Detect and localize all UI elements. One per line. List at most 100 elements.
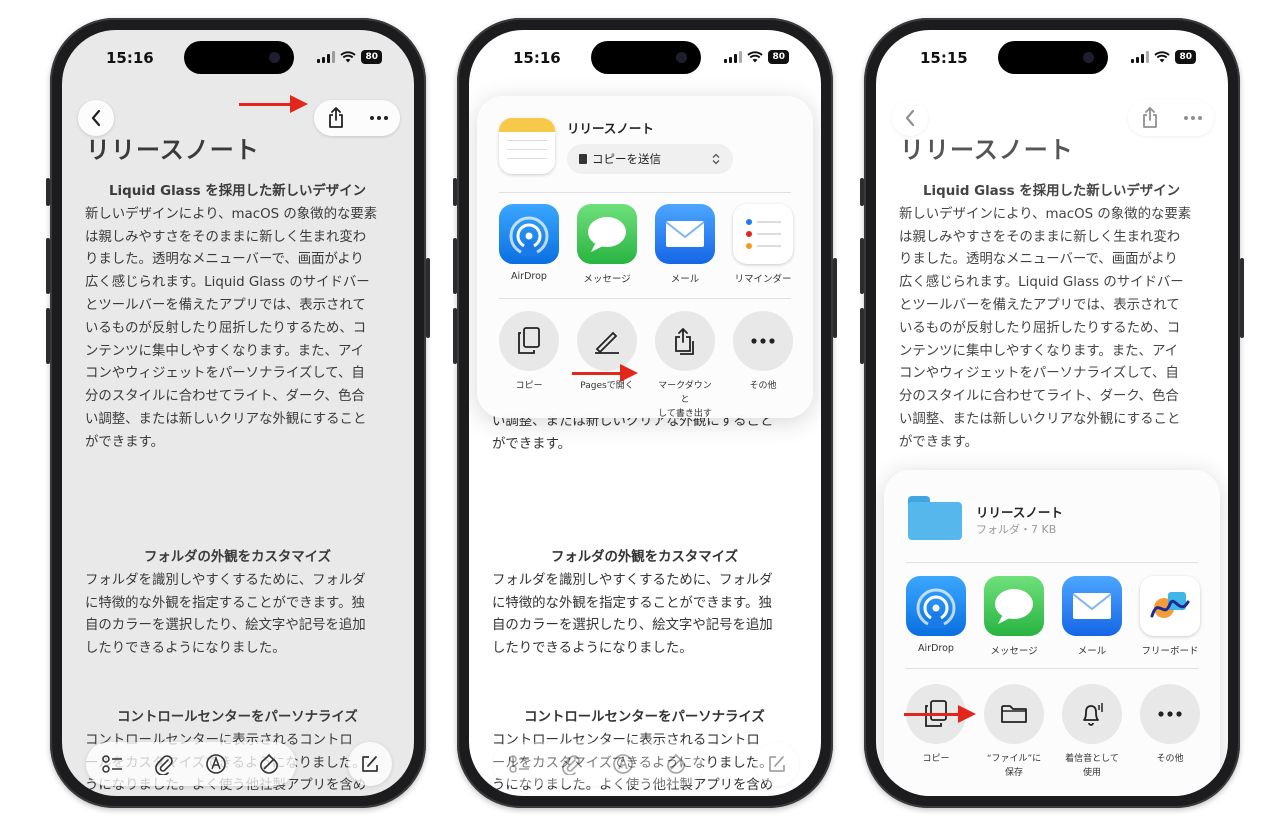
bottom-toolbar — [493, 742, 703, 786]
divider — [906, 562, 1198, 563]
apple-intelligence-icon[interactable] — [665, 753, 687, 775]
note-line: 自のカラーを選択したり、絵文字や記号を追加 — [85, 618, 366, 634]
paperclip-icon[interactable] — [562, 753, 581, 775]
use-as-ringtone-action[interactable]: 着信音として 使用 — [1062, 684, 1122, 780]
divider — [906, 668, 1198, 669]
app-label: メッセージ — [990, 646, 1038, 657]
messages-icon — [577, 204, 637, 264]
mail-app[interactable]: メール — [1062, 576, 1122, 657]
compose-button[interactable] — [348, 742, 392, 786]
messages-app[interactable]: メッセージ — [984, 576, 1044, 657]
save-to-files-action[interactable]: “ファイル”に 保存 — [984, 684, 1044, 780]
reminders-icon — [733, 204, 793, 264]
airdrop-app[interactable]: AirDrop — [906, 576, 966, 657]
status-icons: 80 — [317, 50, 382, 64]
status-icons: 80 — [1131, 50, 1196, 64]
airdrop-icon — [906, 576, 966, 636]
power-button — [426, 258, 430, 338]
ellipsis-icon — [369, 116, 388, 120]
share-button[interactable] — [327, 107, 345, 129]
compose-button[interactable] — [755, 742, 799, 786]
power-button — [1240, 258, 1244, 338]
copy-action[interactable]: コピー — [499, 311, 559, 421]
note-line: したりできるようになりました。 — [492, 641, 693, 657]
send-option-select[interactable]: コピーを送信 — [567, 144, 733, 174]
share-button[interactable] — [1141, 107, 1159, 129]
messages-icon — [984, 576, 1044, 636]
share-item-title: リリースノート — [567, 121, 654, 136]
airdrop-app[interactable]: AirDrop — [499, 204, 559, 285]
dynamic-island — [591, 41, 701, 74]
note-line: 広く感じられます。Liquid Glass のサイドバー — [85, 275, 370, 291]
wifi-icon — [340, 51, 357, 63]
apple-intelligence-icon[interactable] — [258, 753, 280, 775]
note-line: ができます。 — [85, 434, 165, 450]
note-line: りました。透明なメニューバーで、画面がより — [899, 252, 1178, 268]
more-button[interactable] — [1183, 116, 1202, 120]
more-action[interactable]: その他 — [733, 311, 793, 421]
note-line: したりできるようになりました。 — [85, 641, 286, 657]
bell-icon — [1083, 703, 1103, 726]
note-line: いるものが反射したり屈折したりするため、コ — [85, 320, 367, 336]
note-line: は親しみやすさをそのままに新しく生まれ変わ — [899, 229, 1181, 245]
note-line: ができます。 — [492, 436, 572, 452]
note-section-2: フォルダの外観をカスタマイズ フォルダを識別しやすくするために、フォルダ に特徴… — [85, 547, 390, 661]
power-button — [833, 258, 837, 338]
annotation-arrow — [904, 705, 976, 723]
messages-app[interactable]: メッセージ — [577, 204, 637, 285]
note-line: 新しいデザインにより、macOS の象徴的な要素 — [899, 206, 1192, 222]
note-title: リリースノート — [900, 136, 1074, 164]
note-title: リリースノート — [86, 136, 260, 164]
document-icon — [579, 154, 587, 164]
note-line: ができます。 — [899, 434, 979, 450]
paperclip-icon[interactable] — [155, 753, 174, 775]
app-label: リマインダー — [734, 274, 792, 285]
action-label: その他 — [1156, 754, 1184, 764]
battery-icon: 80 — [768, 50, 789, 64]
markup-icon[interactable] — [612, 753, 634, 775]
phone-2: 15:16 80 い調整、または新しいクリアな外観にすること ができます。 フォ… — [453, 18, 837, 808]
divider — [499, 192, 791, 193]
status-time: 15:16 — [513, 49, 561, 67]
more-action[interactable]: その他 — [1140, 684, 1200, 780]
action-label: コピー — [922, 754, 950, 764]
share-sheet: リリースノート コピーを送信 AirDrop メッセージ メール リマインダー … — [477, 96, 813, 421]
checklist-icon[interactable] — [509, 754, 531, 774]
checklist-icon[interactable] — [102, 754, 124, 774]
note-section-2: フォルダの外観をカスタマイズ フォルダを識別しやすくするために、フォルダ に特徴… — [492, 547, 797, 661]
volume-up-button — [860, 238, 864, 294]
signal-icon — [724, 51, 743, 63]
copy-action[interactable]: コピー — [906, 684, 966, 780]
reminders-app[interactable]: リマインダー — [733, 204, 793, 285]
app-label: メール — [1077, 646, 1107, 657]
bottom-toolbar — [86, 742, 296, 786]
pen-icon — [595, 331, 619, 354]
more-button[interactable] — [369, 116, 388, 120]
freeform-app[interactable]: フリーボード — [1140, 576, 1200, 657]
action-row: コピー “ファイル”に 保存 着信音として 使用 その他 — [906, 684, 1200, 780]
section-heading: フォルダの外観をカスタマイズ — [143, 550, 332, 565]
signal-icon — [317, 51, 336, 63]
note-section-1: Liquid Glass を採用した新しいデザイン 新しいデザインにより、mac… — [85, 181, 390, 455]
mail-app[interactable]: メール — [655, 204, 715, 285]
note-line: いるものが反射したり屈折したりするため、コ — [899, 320, 1181, 336]
note-line: 広く感じられます。Liquid Glass のサイドバー — [899, 275, 1184, 291]
share-item-title: リリースノート — [976, 505, 1063, 520]
phone-3: 15:15 80 リリースノート Liquid Glass を採用した新しいデザ… — [860, 18, 1244, 808]
markup-icon[interactable] — [205, 753, 227, 775]
volume-down-button — [46, 308, 50, 364]
export-markdown-action[interactable]: マークダウンと して書き出す — [655, 311, 715, 421]
share-item-subtitle: フォルダ・7 KB — [976, 523, 1057, 536]
note-section-1: Liquid Glass を採用した新しいデザイン 新しいデザインにより、mac… — [899, 181, 1204, 455]
app-label: AirDrop — [511, 271, 547, 282]
chevron-left-icon — [905, 109, 915, 127]
note-line: 自のカラーを選択したり、絵文字や記号を追加 — [492, 618, 773, 634]
copy-icon — [518, 327, 540, 354]
phone-1: 15:16 80 リリースノート Liquid Glass を採用した新しいデザ… — [46, 18, 430, 808]
action-label: コピー — [515, 381, 543, 391]
action-button — [860, 178, 864, 206]
notes-screen: 15:16 80 リリースノート Liquid Glass を採用した新しいデザ… — [62, 30, 414, 796]
divider — [499, 298, 791, 299]
status-time: 15:16 — [106, 49, 154, 67]
app-label: メッセージ — [583, 274, 631, 285]
